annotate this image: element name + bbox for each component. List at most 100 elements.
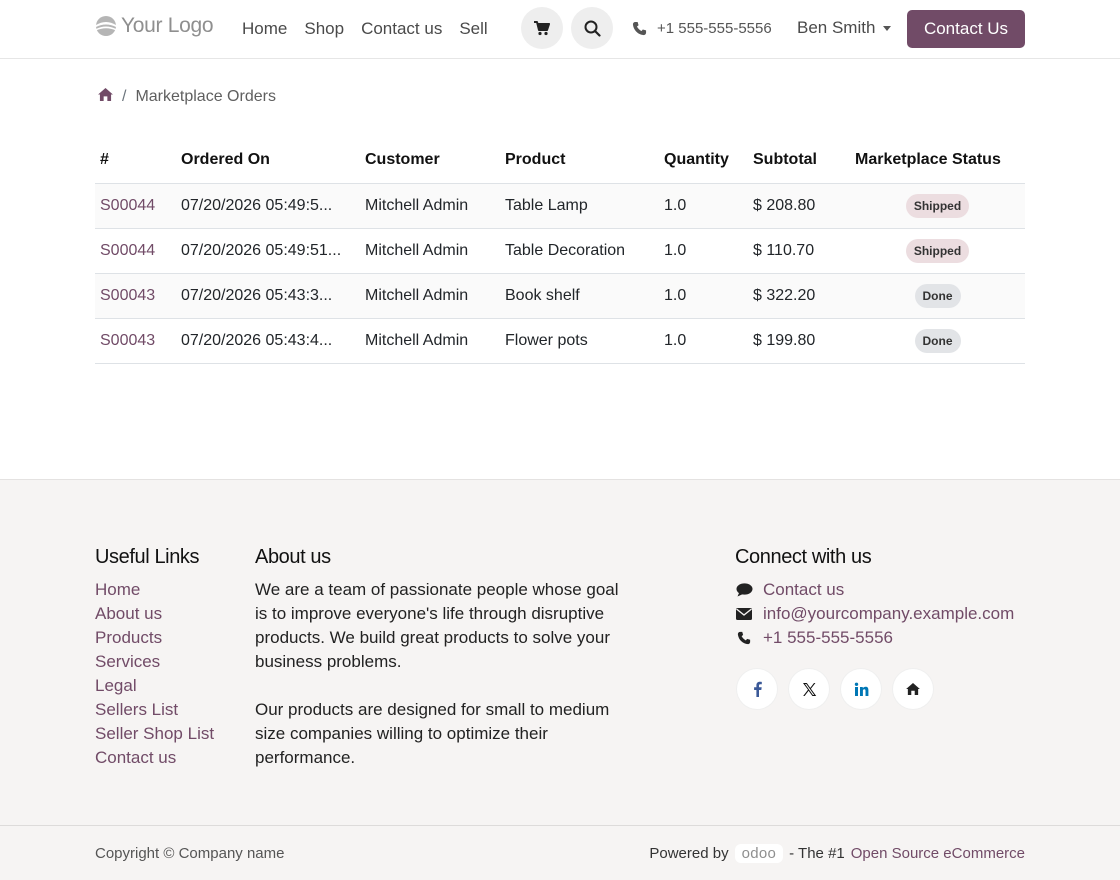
table-row[interactable]: S00044 07/20/2026 05:49:51... Mitchell A…	[95, 228, 1025, 274]
header-phone[interactable]: +1 555-555-5556	[632, 20, 772, 37]
header: Your Logo Home Shop Contact us Sell +1 5…	[0, 0, 1120, 59]
user-name: Ben Smith	[797, 18, 876, 37]
subtotal-cell: $ 199.80	[748, 318, 850, 364]
useful-links-column: Useful Links Home About us Products Serv…	[95, 546, 214, 770]
ordered-on-cell: 07/20/2026 05:43:4...	[176, 318, 360, 364]
breadcrumb-current: Marketplace Orders	[135, 88, 276, 105]
footer-link-legal[interactable]: Legal	[95, 674, 214, 698]
x-icon[interactable]	[789, 669, 829, 709]
product-cell: Table Lamp	[500, 183, 659, 229]
user-menu[interactable]: Ben Smith	[797, 18, 892, 38]
logo-icon	[96, 16, 116, 36]
header-ordered-on: Ordered On	[176, 138, 360, 184]
header-status: Marketplace Status	[850, 138, 1025, 184]
about-paragraph-2: Our products are designed for small to m…	[255, 700, 610, 767]
header-subtotal: Subtotal	[748, 138, 850, 184]
ordered-on-cell: 07/20/2026 05:49:51...	[176, 228, 360, 274]
customer-cell: Mitchell Admin	[360, 273, 500, 319]
customer-cell: Mitchell Admin	[360, 228, 500, 274]
home-icon[interactable]	[893, 669, 933, 709]
footer-link-products[interactable]: Products	[95, 626, 214, 650]
breadcrumb: / Marketplace Orders	[98, 88, 276, 106]
product-cell: Book shelf	[500, 273, 659, 319]
about-column: About us We are a team of passionate peo…	[255, 546, 635, 770]
chevron-down-icon	[883, 25, 892, 31]
ordered-on-cell: 07/20/2026 05:49:5...	[176, 183, 360, 229]
open-source-ecommerce-link[interactable]: Open Source eCommerce	[851, 845, 1025, 862]
odoo-logo[interactable]: odoo	[734, 844, 784, 863]
quantity-cell: 1.0	[659, 228, 748, 274]
nav-sell[interactable]: Sell	[459, 18, 487, 40]
nav-shop[interactable]: Shop	[304, 18, 344, 40]
order-ref-link[interactable]: S00044	[100, 242, 155, 259]
connect-title: Connect with us	[735, 546, 872, 568]
status-badge: Done	[914, 328, 961, 353]
social-links	[737, 669, 1014, 709]
order-ref-link[interactable]: S00044	[100, 197, 155, 214]
footer-link-home[interactable]: Home	[95, 578, 214, 602]
subtotal-cell: $ 322.20	[748, 273, 850, 319]
footer-link-sellers-list[interactable]: Sellers List	[95, 698, 214, 722]
connect-phone-link[interactable]: +1 555-555-5556	[735, 626, 1014, 650]
phone-icon	[735, 631, 753, 645]
copyright-text: Copyright © Company name	[95, 845, 285, 862]
connect-email-text: info@yourcompany.example.com	[763, 604, 1015, 623]
subtotal-cell: $ 208.80	[748, 183, 850, 229]
header-phone-number: +1 555-555-5556	[657, 20, 772, 37]
facebook-icon[interactable]	[737, 669, 777, 709]
product-cell: Table Decoration	[500, 228, 659, 274]
connect-contact-link[interactable]: Contact us	[735, 578, 1014, 602]
about-title: About us	[255, 546, 331, 568]
customer-cell: Mitchell Admin	[360, 183, 500, 229]
footer-link-seller-shop-list[interactable]: Seller Shop List	[95, 722, 214, 746]
table-row[interactable]: S00043 07/20/2026 05:43:4... Mitchell Ad…	[95, 318, 1025, 364]
header-product: Product	[500, 138, 659, 184]
connect-phone-text: +1 555-555-5556	[763, 628, 893, 647]
search-button[interactable]	[571, 7, 613, 49]
product-cell: Flower pots	[500, 318, 659, 364]
nav-home[interactable]: Home	[242, 18, 287, 40]
status-badge: Done	[914, 283, 961, 308]
search-icon	[584, 20, 601, 37]
cart-icon	[534, 20, 550, 35]
status-badge: Shipped	[905, 193, 970, 218]
powered-by-label: Powered by	[649, 845, 729, 862]
footer: Useful Links Home About us Products Serv…	[0, 479, 1120, 825]
phone-icon	[632, 21, 647, 36]
footer-link-services[interactable]: Services	[95, 650, 214, 674]
quantity-cell: 1.0	[659, 318, 748, 364]
comment-icon	[735, 583, 753, 597]
nav-contact[interactable]: Contact us	[361, 18, 442, 40]
quantity-cell: 1.0	[659, 183, 748, 229]
home-icon[interactable]	[98, 88, 113, 106]
header-customer: Customer	[360, 138, 500, 184]
logo[interactable]: Your Logo	[95, 14, 214, 38]
table-row[interactable]: S00044 07/20/2026 05:49:5... Mitchell Ad…	[95, 183, 1025, 229]
contact-us-button[interactable]: Contact Us	[907, 10, 1025, 48]
envelope-icon	[735, 608, 753, 620]
customer-cell: Mitchell Admin	[360, 318, 500, 364]
linkedin-icon[interactable]	[841, 669, 881, 709]
breadcrumb-separator: /	[122, 88, 127, 105]
order-ref-link[interactable]: S00043	[100, 332, 155, 349]
header-ref: #	[95, 138, 176, 184]
cart-button[interactable]	[521, 7, 563, 49]
main-nav: Home Shop Contact us Sell	[242, 18, 488, 40]
ordered-on-cell: 07/20/2026 05:43:3...	[176, 273, 360, 319]
header-quantity: Quantity	[659, 138, 748, 184]
order-ref-link[interactable]: S00043	[100, 287, 155, 304]
status-badge: Shipped	[905, 238, 970, 263]
powered-by: Powered by odoo - The #1 Open Source eCo…	[649, 844, 1025, 863]
orders-table: # Ordered On Customer Product Quantity S…	[95, 138, 1025, 364]
about-paragraph-1: We are a team of passionate people whose…	[255, 580, 619, 671]
copyright-bar: Copyright © Company name Powered by odoo…	[0, 825, 1120, 880]
connect-email-link[interactable]: info@yourcompany.example.com	[735, 602, 1014, 626]
subtotal-cell: $ 110.70	[748, 228, 850, 274]
footer-link-contact[interactable]: Contact us	[95, 746, 214, 770]
powered-by-dash: - The #1	[789, 845, 845, 862]
table-row[interactable]: S00043 07/20/2026 05:43:3... Mitchell Ad…	[95, 273, 1025, 319]
logo-text: Your Logo	[121, 14, 214, 37]
connect-contact-text: Contact us	[763, 580, 845, 599]
footer-link-about[interactable]: About us	[95, 602, 214, 626]
useful-links-title: Useful Links	[95, 546, 200, 568]
